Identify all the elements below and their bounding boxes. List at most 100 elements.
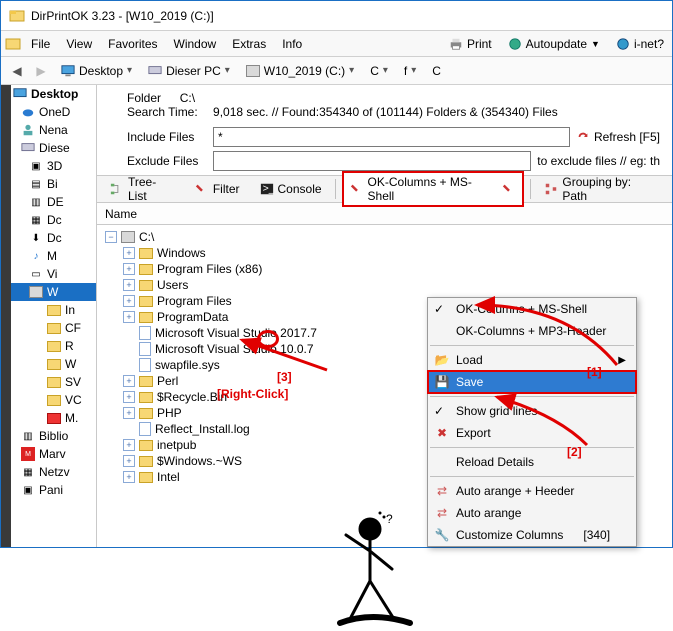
sidebar-item[interactable]: ▥Biblio	[11, 427, 96, 445]
sidebar-item[interactable]: ♪M	[11, 247, 96, 265]
col-name[interactable]: Name	[105, 207, 137, 221]
drive-icon	[246, 65, 260, 77]
tree-item[interactable]: +Program Files (x86)	[105, 261, 672, 277]
sidebar-item-selected[interactable]: W	[11, 283, 96, 301]
console-button[interactable]: >_ Console	[253, 179, 329, 199]
cancel-icon: ✖	[434, 426, 450, 440]
autoupdate-button[interactable]: Autoupdate ▼	[504, 35, 604, 53]
expand-icon[interactable]: +	[123, 279, 135, 291]
ctx-load[interactable]: 📂Load▶	[428, 349, 636, 371]
marvel-icon: M	[21, 447, 35, 461]
download-icon: ⬇	[29, 231, 43, 245]
treelist-button[interactable]: Tree-List	[103, 172, 182, 206]
sidebar[interactable]: Desktop OneD Nena Diese ▣3D ▤Bi ▥DE ▦Dc …	[1, 85, 97, 547]
pathbar: ◀ ▶ Desktop▾ Dieser PC▾ W10_2019 (C:)▾ C…	[1, 57, 672, 85]
tree-item-label: Microsoft Visual Studio 10.0.7	[155, 342, 314, 356]
crumb-f[interactable]: f▾	[398, 62, 422, 80]
menu-file[interactable]: File	[23, 33, 58, 55]
expand-icon[interactable]: +	[123, 295, 135, 307]
sidebar-item[interactable]: ▥DE	[11, 193, 96, 211]
sidebar-item[interactable]: ▣3D	[11, 157, 96, 175]
library-icon: ▥	[21, 429, 35, 443]
crumb-c[interactable]: C	[426, 62, 447, 80]
crumb-pc[interactable]: Dieser PC▾	[142, 62, 236, 80]
sidebar-item[interactable]: OneD	[11, 103, 96, 121]
menu-view[interactable]: View	[58, 33, 100, 55]
sidebar-item[interactable]: In	[11, 301, 96, 319]
inet-button[interactable]: i-net?	[612, 35, 668, 53]
sidebar-item[interactable]: Diese	[11, 139, 96, 157]
filter-area: Include Files Refresh [F5] Exclude Files…	[97, 125, 672, 175]
expand-icon[interactable]: +	[123, 439, 135, 451]
tree-icon	[110, 182, 124, 196]
exclude-input[interactable]	[213, 151, 531, 171]
menu-extras[interactable]: Extras	[224, 33, 274, 55]
printer-icon	[449, 37, 463, 51]
menu-window[interactable]: Window	[166, 33, 225, 55]
tree-item[interactable]: +Windows	[105, 245, 672, 261]
folder-icon	[47, 323, 61, 334]
sidebar-item[interactable]: ▭Vi	[11, 265, 96, 283]
sidebar-item[interactable]: ▦Dc	[11, 211, 96, 229]
sidebar-item[interactable]: ▣Pani	[11, 481, 96, 499]
tree-item[interactable]: +Users	[105, 277, 672, 293]
sidebar-item[interactable]: MMarv	[11, 445, 96, 463]
sidebar-item[interactable]: ⬇Dc	[11, 229, 96, 247]
expand-icon[interactable]: +	[123, 375, 135, 387]
tree-item-label: Intel	[157, 470, 180, 484]
ctx-gridlines[interactable]: ✓Show grid lines	[428, 400, 636, 422]
crumb-root[interactable]: C▾	[364, 62, 394, 80]
refresh-button[interactable]: Refresh [F5]	[576, 130, 660, 144]
expand-icon[interactable]: +	[123, 311, 135, 323]
expand-icon[interactable]: +	[123, 455, 135, 467]
collapse-icon[interactable]: −	[105, 231, 117, 243]
expand-icon[interactable]: +	[123, 391, 135, 403]
desktop-icon	[61, 64, 75, 78]
ctx-autoarrange-header[interactable]: ⇄Auto arange + Heeder	[428, 480, 636, 502]
include-input[interactable]	[213, 127, 570, 147]
nav-back-button[interactable]: ◀	[7, 64, 27, 78]
sidebar-item[interactable]: ▤Bi	[11, 175, 96, 193]
menu-favorites[interactable]: Favorites	[100, 33, 165, 55]
sidebar-item[interactable]: CF	[11, 319, 96, 337]
nav-fwd-button[interactable]: ▶	[31, 64, 51, 78]
ctx-ok-msshell[interactable]: ✓OK-Columns + MS-Shell	[428, 298, 636, 320]
sidebar-item-desktop[interactable]: Desktop	[11, 85, 96, 103]
titlebar: DirPrintOK 3.23 - [W10_2019 (C:)]	[1, 1, 672, 31]
expand-icon[interactable]: +	[123, 263, 135, 275]
sidebar-item[interactable]: SV	[11, 373, 96, 391]
inet-label: i-net?	[634, 37, 664, 51]
ctx-autoarrange[interactable]: ⇄Auto arange	[428, 502, 636, 524]
crumb-drive[interactable]: W10_2019 (C:)▾	[240, 62, 360, 80]
ctx-ok-mp3[interactable]: OK-Columns + MP3-Header	[428, 320, 636, 342]
expand-icon[interactable]: +	[123, 247, 135, 259]
folder-value: C:\	[180, 91, 195, 105]
sidebar-item[interactable]: Nena	[11, 121, 96, 139]
columns-dropdown-button[interactable]: OK-Columns + MS-Shell	[342, 171, 525, 207]
ctx-save[interactable]: 💾Save	[428, 371, 636, 393]
folder-icon	[139, 408, 153, 419]
ctx-customize[interactable]: 🔧Customize Columns[340]	[428, 524, 636, 546]
filter-button[interactable]: Filter	[188, 179, 247, 199]
sidebar-item[interactable]: VC	[11, 391, 96, 409]
search-time-label: Search Time:	[127, 105, 198, 119]
ctx-export[interactable]: ✖Export	[428, 422, 636, 444]
grouping-button[interactable]: Grouping by: Path	[537, 172, 666, 206]
crumb-desktop[interactable]: Desktop▾	[55, 62, 138, 80]
tree-item-label: ProgramData	[157, 310, 228, 324]
print-button[interactable]: Print	[445, 35, 496, 53]
sidebar-item[interactable]: W	[11, 355, 96, 373]
sidebar-item[interactable]: R	[11, 337, 96, 355]
menubar: File View Favorites Window Extras Info P…	[1, 31, 672, 57]
sidebar-item[interactable]: ▦Netzv	[11, 463, 96, 481]
menu-info[interactable]: Info	[274, 33, 310, 55]
expand-icon[interactable]: +	[123, 407, 135, 419]
tree-root[interactable]: − C:\	[105, 229, 672, 245]
sidebar-scrollbar[interactable]	[1, 85, 11, 547]
folder-icon	[139, 280, 153, 291]
expand-icon[interactable]: +	[123, 471, 135, 483]
sidebar-item[interactable]: M.	[11, 409, 96, 427]
content-pane: Folder C:\ Search Time: 9,018 sec. // Fo…	[97, 85, 672, 547]
ctx-reload[interactable]: Reload Details	[428, 451, 636, 473]
folder-icon	[47, 359, 61, 370]
